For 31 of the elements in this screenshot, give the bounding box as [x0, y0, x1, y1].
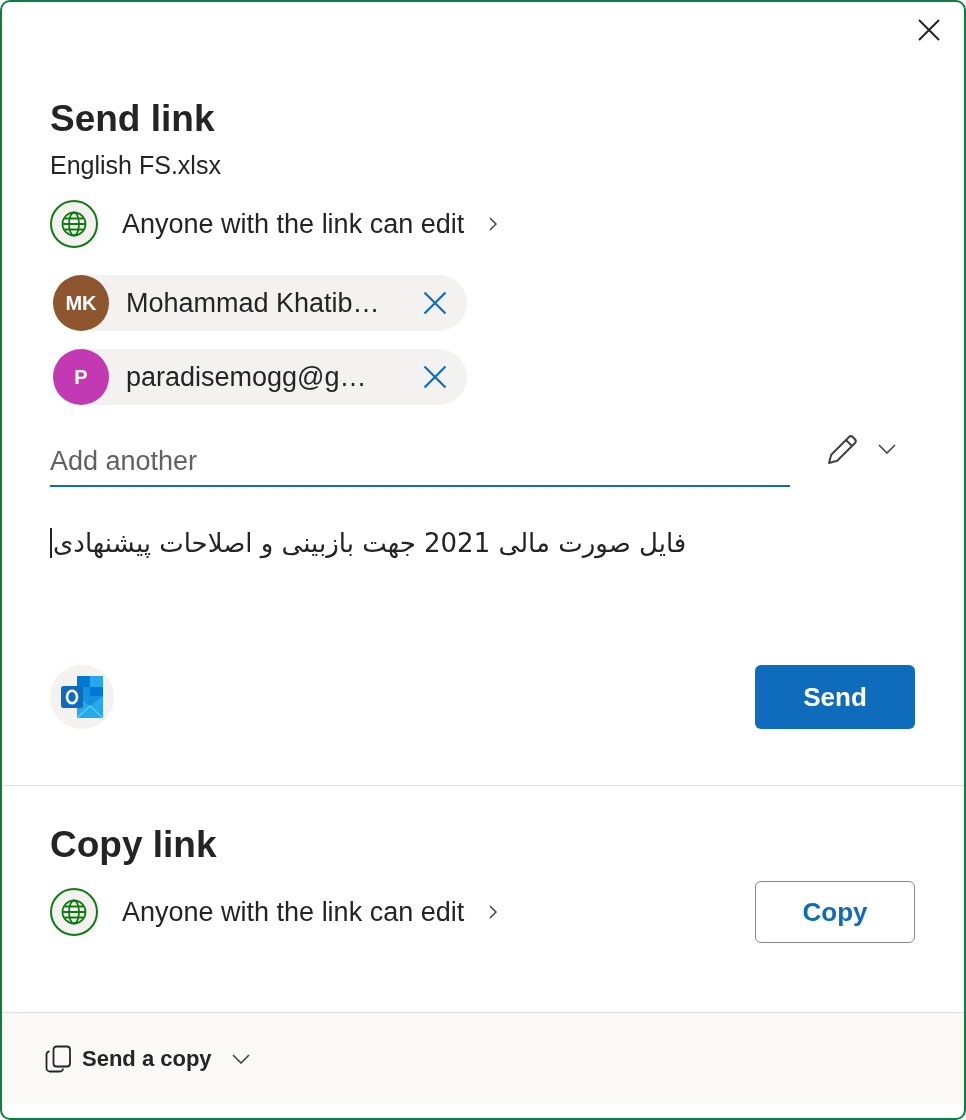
mail-app-icon — [59, 674, 105, 720]
avatar: P — [53, 349, 109, 405]
text-cursor-icon — [50, 528, 52, 558]
chevron-down-icon — [878, 444, 896, 454]
close-icon — [918, 19, 940, 41]
close-icon — [423, 365, 447, 389]
chevron-down-icon — [231, 1053, 250, 1064]
send-button[interactable]: Send — [755, 665, 915, 729]
permission-dropdown-button[interactable] — [826, 432, 896, 466]
pencil-icon — [826, 432, 860, 466]
permission-button[interactable]: Anyone with the link can edit — [50, 200, 498, 248]
avatar: MK — [53, 275, 109, 331]
send-a-copy-button[interactable]: Send a copy — [44, 1044, 250, 1073]
section-title: Send link — [50, 98, 215, 140]
chevron-right-icon — [489, 217, 498, 231]
permission-button[interactable]: Anyone with the link can edit — [50, 888, 498, 936]
recipient-name: Mohammad Khatib… — [126, 287, 381, 319]
globe-icon — [50, 888, 98, 936]
globe-icon — [50, 200, 98, 248]
remove-recipient-button[interactable] — [423, 365, 447, 389]
close-button[interactable] — [918, 19, 940, 41]
recipient-name: paradisemogg@g… — [126, 361, 368, 393]
remove-recipient-button[interactable] — [423, 291, 447, 315]
add-recipient-field[interactable]: Add another — [50, 437, 790, 487]
file-name: English FS.xlsx — [50, 150, 221, 180]
close-icon — [423, 291, 447, 315]
copy-button[interactable]: Copy — [755, 881, 915, 943]
chevron-right-icon — [489, 905, 498, 919]
section-title: Copy link — [50, 824, 217, 866]
message-field[interactable]: فایل صورت مالی 2021 جهت بازبینی و اصلاحات پیشنهادی — [50, 523, 687, 563]
copy-icon — [44, 1044, 72, 1073]
